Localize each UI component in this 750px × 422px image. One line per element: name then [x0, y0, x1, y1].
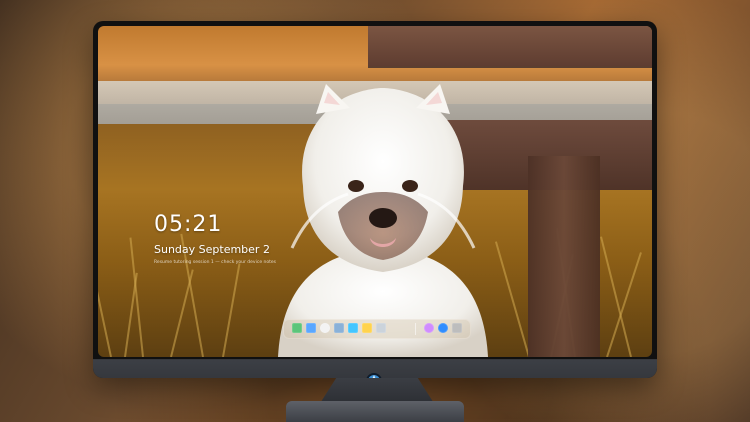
brand-logo-icon — [366, 373, 382, 378]
finder-icon[interactable] — [306, 323, 316, 333]
monitor-chin — [93, 359, 657, 378]
files-icon[interactable] — [348, 323, 358, 333]
camera-icon[interactable] — [452, 323, 462, 333]
appstore-icon[interactable] — [438, 323, 448, 333]
dock-separator — [415, 323, 416, 335]
dock — [283, 319, 471, 339]
photos-icon[interactable] — [376, 323, 386, 333]
preview-icon[interactable] — [334, 323, 344, 333]
monitor-screen: 05:21 Sunday September 2 Resume tutoring… — [98, 26, 652, 357]
desktop-monitor: 05:21 Sunday September 2 Resume tutoring… — [93, 21, 657, 378]
lockscreen-hint: Resume tutoring session 1 — check your d… — [154, 260, 277, 265]
messages-icon[interactable] — [292, 323, 302, 333]
wallpaper-bench-leg — [528, 156, 600, 357]
wallpaper-bench-top — [368, 26, 652, 68]
clock-icon[interactable] — [320, 323, 330, 333]
music-icon[interactable] — [424, 323, 434, 333]
lockscreen-clock: 05:21 — [154, 212, 223, 237]
monitor-stand-base — [286, 401, 464, 422]
dog-wallpaper — [278, 84, 488, 357]
notes-icon[interactable] — [362, 323, 372, 333]
lockscreen-date: Sunday September 2 — [154, 243, 270, 256]
